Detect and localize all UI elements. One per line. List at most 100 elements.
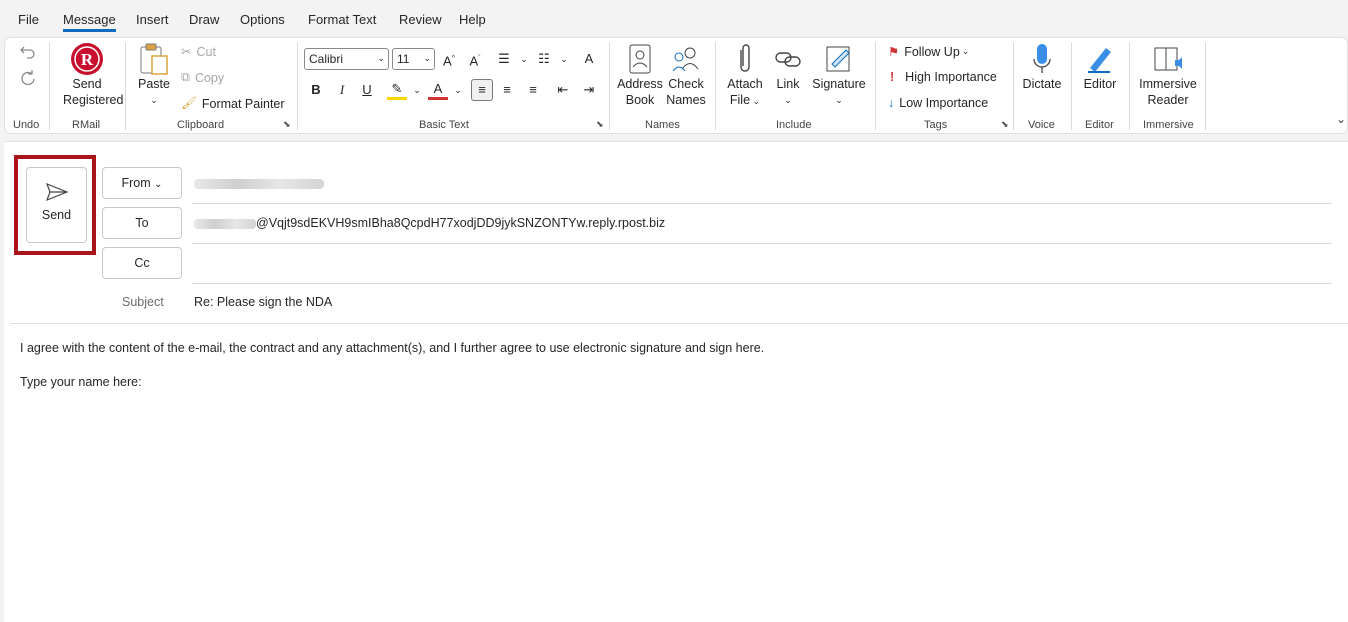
numbering-icon[interactable]: ☷ [534,49,554,69]
chevron-down-icon[interactable]: ⌄ [407,80,427,100]
highlight-icon[interactable]: ✎ [387,80,407,100]
group-label-include: Include [776,119,812,131]
signature-button[interactable]: Signature ⌄ [809,42,869,108]
link-button[interactable]: Link ⌄ [771,42,805,108]
to-field[interactable]: @Vqjt9sdEKVH9smIBha8QcpdH77xodjDD9jykSNZ… [194,216,665,230]
group-label-tags: Tags [924,119,948,131]
send-registered-button[interactable]: R Send Registered [63,42,123,108]
send-button[interactable]: Send [26,167,87,243]
menu-message[interactable]: Message [63,12,116,32]
chevron-down-icon: ⌄ [835,95,843,105]
font-select[interactable]: Calibri ⌄ [304,48,389,70]
dictate-button[interactable]: Dictate [1019,42,1065,92]
high-importance-button[interactable]: ! High Importance [890,70,997,84]
chevron-down-icon: ⌄ [961,46,970,56]
message-body-line[interactable]: I agree with the content of the e-mail, … [20,341,764,355]
dialog-launcher-icon[interactable]: ⬊ [283,119,291,130]
styles-icon[interactable]: A [579,49,599,69]
check-names-line1: Check [668,77,704,91]
link-label: Link [776,77,800,91]
group-label-rmail: RMail [72,119,101,131]
editor-button[interactable]: Editor [1079,42,1121,92]
menu-draw[interactable]: Draw [189,12,219,27]
separator [1205,42,1206,130]
separator [1013,42,1014,130]
follow-up-button[interactable]: ⚑ Follow Up ⌄ [888,44,970,60]
from-button[interactable]: From ⌄ [102,167,182,199]
font-size-select[interactable]: 11 ⌄ [392,48,435,70]
low-importance-label: Low Importance [899,96,989,110]
paintbrush-icon: 🖌 [181,96,197,110]
menu-options[interactable]: Options [240,12,285,27]
chevron-down-icon[interactable]: ⌄ [554,49,574,69]
separator [49,42,50,130]
high-importance-label: High Importance [905,70,997,84]
message-body-line[interactable]: Type your name here: [20,375,142,389]
undo-icon[interactable] [19,43,37,65]
underline-icon[interactable]: U [357,80,377,100]
chevron-down-icon[interactable]: ⌄ [514,49,534,69]
immersive-reader-button[interactable]: Immersive Reader [1137,42,1199,108]
menu-file[interactable]: File [18,12,39,27]
subject-label: Subject [122,295,164,309]
send-icon [45,182,69,202]
divider [192,283,1332,284]
font-color-icon[interactable]: A [428,80,448,100]
cc-label: Cc [134,256,150,270]
decrease-indent-icon[interactable]: ⇤ [553,80,573,100]
dialog-launcher-icon[interactable]: ⬊ [596,119,604,130]
flag-icon: ⚑ [888,45,900,59]
group-label-names: Names [645,119,680,131]
link-icon [775,52,801,67]
attach-file-button[interactable]: Attach File ⌄ [723,42,767,109]
cut-button[interactable]: ✂ Cut [181,44,216,60]
copy-icon: ⧉ [181,70,190,84]
divider [192,243,1332,244]
redacted-email [194,218,256,229]
exclamation-icon: ! [890,70,895,84]
bullets-icon[interactable]: ☰ [494,49,514,69]
menu-review[interactable]: Review [399,12,442,27]
dialog-launcher-icon[interactable]: ⬊ [1001,119,1009,130]
bold-icon[interactable]: B [306,80,326,100]
scissors-icon: ✂ [181,45,192,59]
group-label-basic-text: Basic Text [419,119,469,131]
address-book-button[interactable]: Address Book [617,42,663,108]
separator [1071,42,1072,130]
group-label-undo: Undo [13,119,40,131]
ribbon-expand-icon[interactable]: ⌄ [1336,112,1346,126]
cc-button[interactable]: Cc [102,247,182,279]
italic-icon[interactable]: I [332,80,352,100]
follow-up-label: Follow Up [904,44,960,59]
subject-field[interactable]: Re: Please sign the NDA [194,295,332,309]
increase-indent-icon[interactable]: ⇥ [579,80,599,100]
arrow-down-icon: ↓ [888,96,895,110]
menu-help[interactable]: Help [459,12,486,27]
separator [297,42,298,130]
signature-label: Signature [812,77,866,91]
chevron-down-icon: ⌄ [150,95,158,105]
align-left-icon[interactable]: ≡ [471,79,493,101]
menu-format-text[interactable]: Format Text [308,12,376,27]
divider [10,323,1348,324]
align-right-icon[interactable]: ≡ [523,80,543,100]
redo-icon[interactable] [19,69,37,91]
paste-button[interactable]: Paste ⌄ [135,42,173,108]
to-button[interactable]: To [102,207,182,239]
dictate-label: Dictate [1022,77,1062,91]
group-label-editor: Editor [1085,119,1114,131]
align-center-icon[interactable]: ≡ [497,80,517,100]
from-label: From [121,176,151,190]
check-names-line2: Names [666,93,706,107]
grow-font-icon[interactable]: A^ [439,49,459,69]
menu-bar: File Message Insert Draw Options Format … [0,0,1348,38]
chevron-down-icon[interactable]: ⌄ [448,80,468,100]
shrink-font-icon[interactable]: Aˇ [465,49,485,69]
from-value[interactable] [194,176,324,190]
format-painter-button[interactable]: 🖌 Format Painter [181,96,285,111]
copy-button[interactable]: ⧉ Copy [181,70,224,85]
check-names-button[interactable]: Check Names [663,42,709,108]
low-importance-button[interactable]: ↓ Low Importance [888,96,988,110]
menu-insert[interactable]: Insert [136,12,169,27]
immersive-line1: Immersive [1139,77,1197,91]
